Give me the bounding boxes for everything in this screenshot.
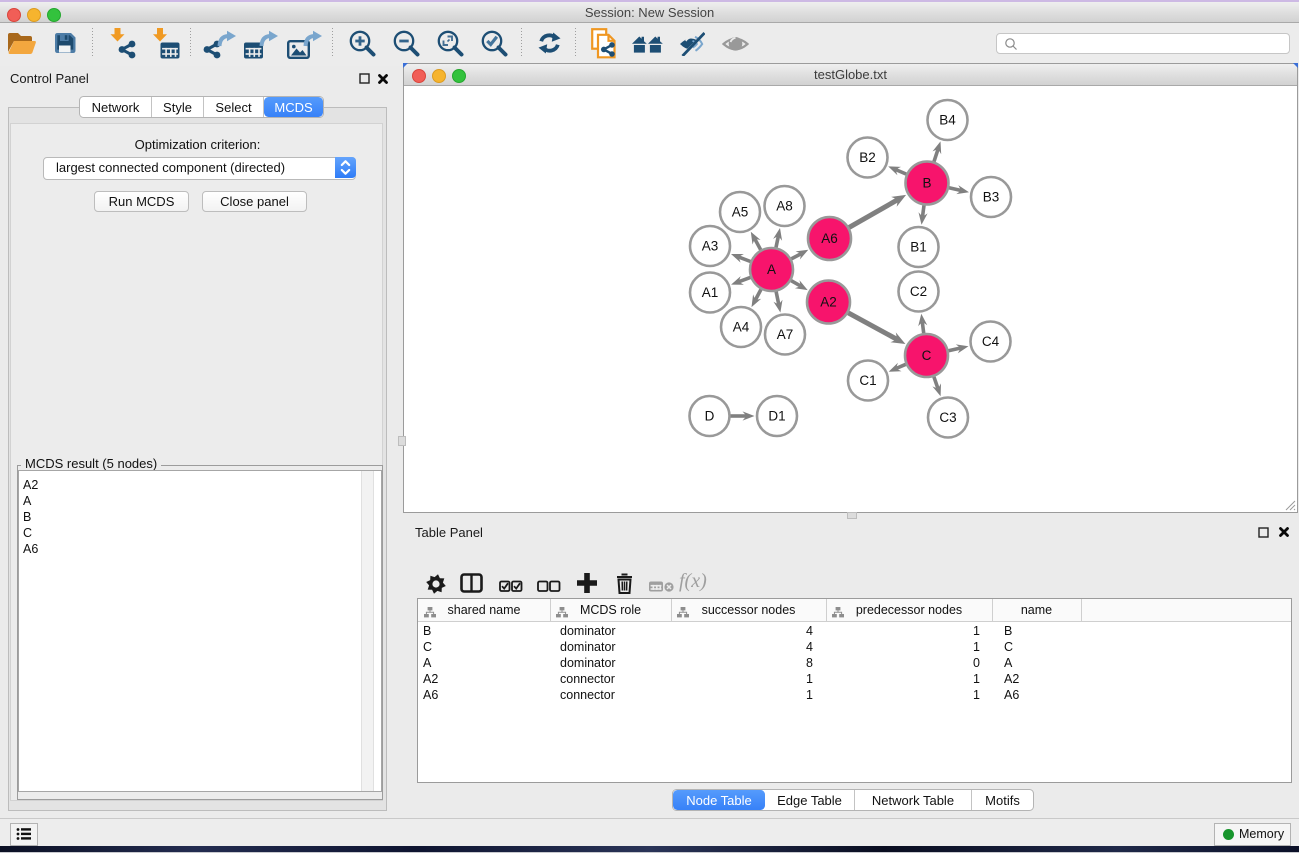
svg-text:A4: A4 [733, 320, 750, 335]
svg-text:A5: A5 [732, 205, 749, 220]
svg-text:A1: A1 [702, 285, 719, 300]
svg-text:C: C [922, 348, 932, 363]
svg-text:C3: C3 [939, 410, 956, 425]
svg-text:B3: B3 [983, 190, 1000, 205]
svg-text:C4: C4 [982, 334, 1000, 349]
svg-text:A6: A6 [821, 231, 838, 246]
svg-text:C1: C1 [859, 373, 876, 388]
svg-text:A2: A2 [820, 295, 837, 310]
svg-text:B: B [922, 176, 931, 191]
svg-text:A8: A8 [776, 199, 793, 214]
svg-text:C2: C2 [910, 284, 927, 299]
svg-text:A3: A3 [702, 239, 719, 254]
svg-text:B2: B2 [859, 150, 876, 165]
svg-text:A7: A7 [777, 327, 794, 342]
svg-text:B4: B4 [939, 113, 956, 128]
svg-text:D1: D1 [768, 409, 785, 424]
svg-text:D: D [705, 409, 715, 424]
svg-text:B1: B1 [910, 240, 927, 255]
svg-text:A: A [767, 262, 776, 277]
